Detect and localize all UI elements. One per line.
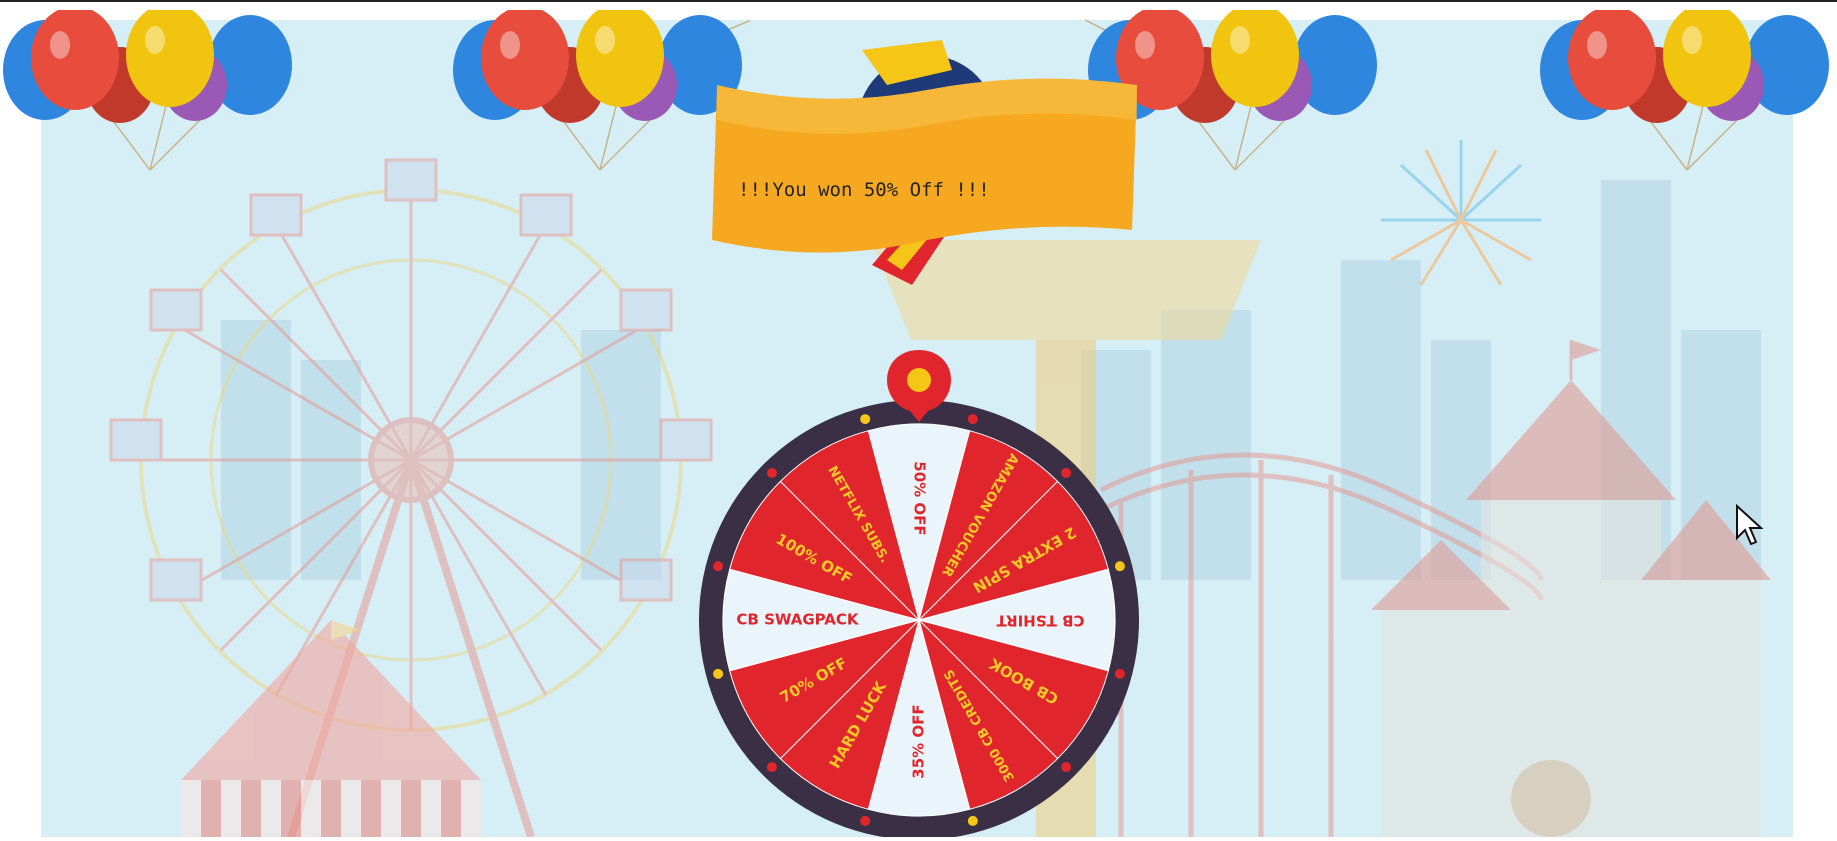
wheel-segment-label: 50% OFF (911, 461, 929, 535)
wheel-segment-label: 35% OFF (910, 704, 928, 778)
wheel-rim-dot (766, 762, 777, 773)
prize-wheel[interactable]: 50% OFF AMAZON VOUCHER 2 EXTRA SPIN CB TSHI… (687, 350, 1151, 840)
wheel-rim-dot (967, 414, 978, 425)
wheel-segment-label: CB SWAGPACK (736, 611, 859, 629)
wheel-rim-dot (1061, 467, 1072, 478)
wheel-segment-label: CB TSHIRT (996, 612, 1085, 630)
wheel-rim-dot (1061, 762, 1072, 773)
top-border (0, 0, 1837, 2)
wheel-rim-dot (860, 815, 871, 826)
wheel-rim-dot (713, 668, 724, 679)
result-banner (712, 40, 1137, 285)
wheel-rim-dot (713, 561, 724, 572)
wheel-rim-dot (1114, 668, 1125, 679)
mouse-cursor-icon (1736, 504, 1764, 546)
wheel-rim-dot (766, 467, 777, 478)
wheel-rim-dot (860, 414, 871, 425)
wheel-rim-dot (1114, 561, 1125, 572)
prize-wheel-graphic[interactable]: 50% OFF AMAZON VOUCHER2 EXTRA SPINCB TSHI… (687, 350, 1151, 840)
result-message: !!!You won 50% Off !!! (738, 179, 990, 201)
wheel-rim-dot (967, 815, 978, 826)
balloon-cluster-icon (3, 10, 292, 171)
balloon-cluster-icon (1540, 10, 1829, 171)
balloon-cluster-icon (453, 10, 750, 171)
